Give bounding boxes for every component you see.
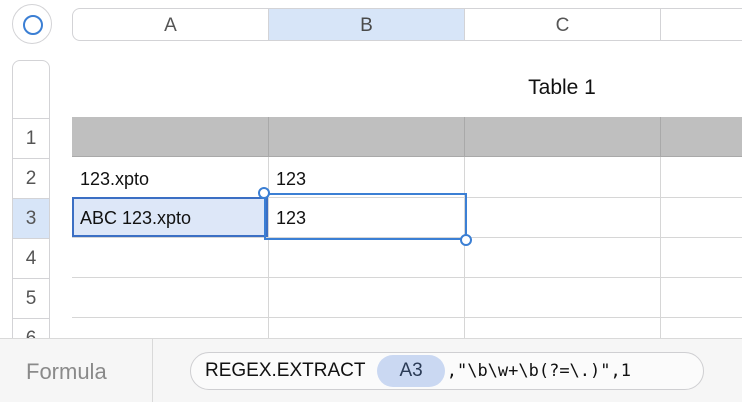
grid-line bbox=[72, 277, 742, 278]
formula-label: Formula bbox=[26, 359, 107, 384]
function-token[interactable]: REGEX.EXTRACT bbox=[191, 353, 381, 389]
row-header-4[interactable]: 4 bbox=[13, 238, 49, 278]
table-grid: 123.xpto 123 ABC 123.xpto 123 bbox=[72, 117, 742, 338]
cell-a3[interactable]: ABC 123.xpto bbox=[72, 198, 268, 238]
grid-line bbox=[72, 317, 742, 318]
table-header-row[interactable] bbox=[72, 117, 742, 157]
grid-line bbox=[268, 117, 269, 157]
cell-reference-token[interactable]: A3 bbox=[377, 355, 445, 387]
table-title[interactable]: Table 1 bbox=[464, 76, 660, 100]
formula-arguments[interactable]: ,"\b\w+\b(?=\.)",1 bbox=[445, 361, 631, 381]
row-header-1[interactable]: 1 bbox=[13, 118, 49, 158]
cell-b3[interactable]: 123 bbox=[268, 198, 464, 238]
spreadsheet-canvas: A B C 1 2 3 4 5 6 Table 1 123.xpto 123 A… bbox=[0, 0, 742, 338]
row-header-5[interactable]: 5 bbox=[13, 278, 49, 318]
formula-editor[interactable]: REGEX.EXTRACT A3 ,"\b\w+\b(?=\.)",1 bbox=[190, 352, 704, 390]
selection-handle-top-left[interactable] bbox=[258, 187, 270, 199]
row-header-6[interactable]: 6 bbox=[13, 318, 49, 338]
selection-handle-bottom-right[interactable] bbox=[460, 234, 472, 246]
grid-line bbox=[464, 117, 465, 157]
row-header-2[interactable]: 2 bbox=[13, 158, 49, 198]
column-header-b[interactable]: B bbox=[269, 9, 465, 40]
row-header-3[interactable]: 3 bbox=[13, 198, 49, 238]
grid-line bbox=[660, 117, 661, 157]
column-header-c[interactable]: C bbox=[465, 9, 661, 40]
circle-icon bbox=[23, 15, 43, 35]
column-header-d[interactable] bbox=[661, 9, 742, 40]
formula-bar: Formula REGEX.EXTRACT A3 ,"\b\w+\b(?=\.)… bbox=[0, 338, 742, 402]
row-header-strip: 1 2 3 4 5 6 bbox=[12, 60, 50, 338]
column-header-a[interactable]: A bbox=[73, 9, 269, 40]
grid-line bbox=[660, 157, 661, 338]
column-header-bar: A B C bbox=[72, 8, 742, 41]
formula-bar-divider bbox=[152, 339, 153, 402]
cell-a2[interactable]: 123.xpto bbox=[72, 159, 268, 199]
grid-line bbox=[464, 157, 465, 338]
select-all-button[interactable] bbox=[12, 4, 52, 44]
